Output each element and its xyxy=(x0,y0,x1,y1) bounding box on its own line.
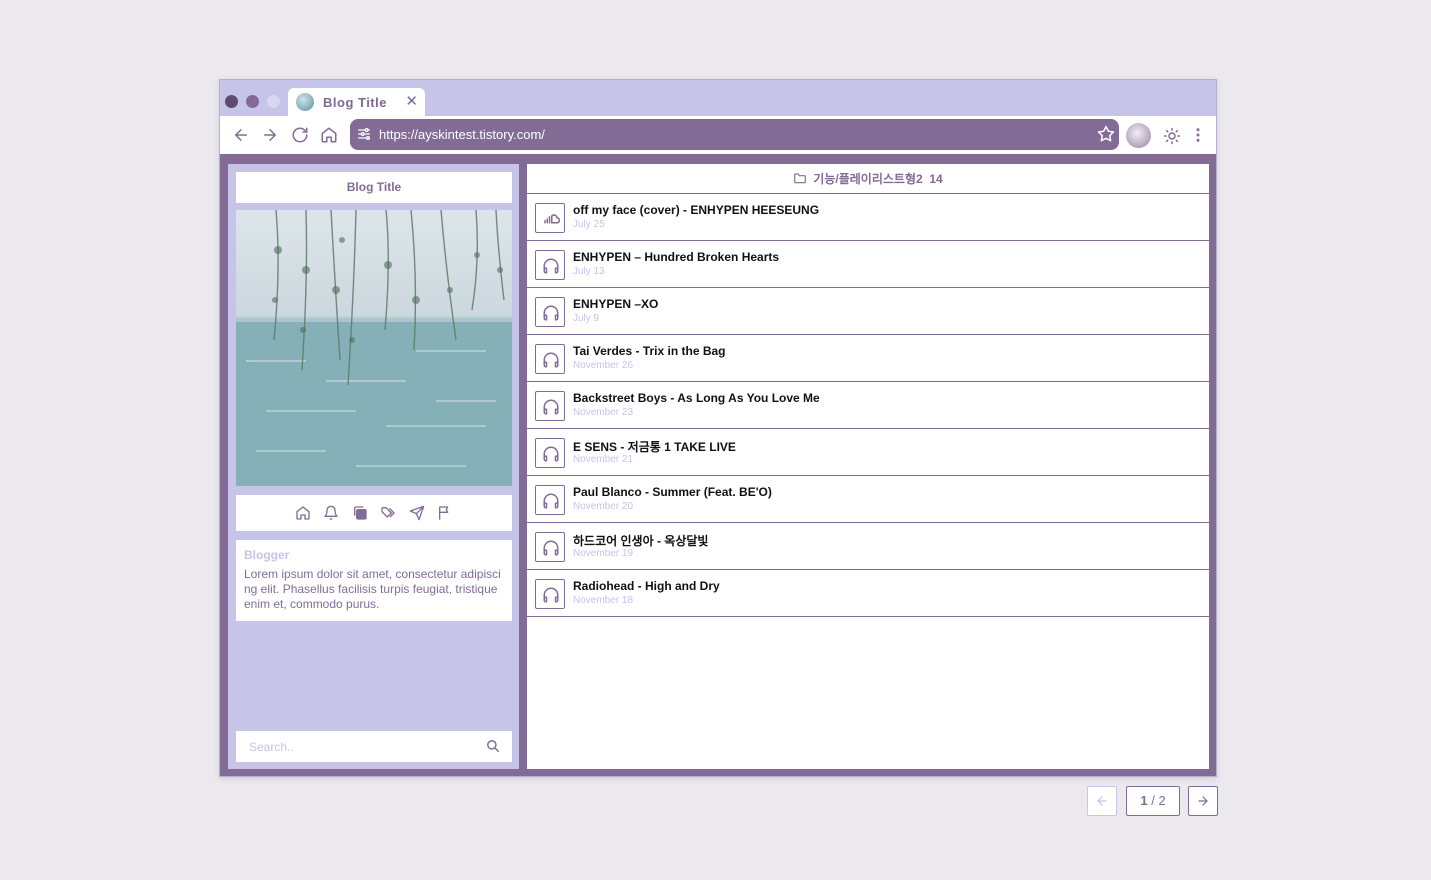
post-list-item[interactable]: Tai Verdes - Trix in the Bag November 26 xyxy=(527,335,1209,382)
address-bar[interactable]: https://ayskintest.tistory.com/ xyxy=(350,119,1119,150)
post-icon-box xyxy=(535,250,565,280)
tab-title: Blog Title xyxy=(323,95,387,110)
blog-title[interactable]: Blog Title xyxy=(236,172,512,203)
site-settings-icon[interactable] xyxy=(356,126,372,142)
search-icon[interactable] xyxy=(486,739,500,753)
post-title[interactable]: 하드코어 인생아 - 옥상달빛 xyxy=(573,532,708,549)
reload-icon[interactable] xyxy=(291,126,309,144)
post-list-panel: 기능/플레이리스트형2 14 off my face (cover) - ENH… xyxy=(527,164,1209,769)
post-title[interactable]: off my face (cover) - ENHYPEN HEESEUNG xyxy=(573,203,819,217)
post-list-item[interactable]: Paul Blanco - Summer (Feat. BE'O) Novembe… xyxy=(527,476,1209,523)
post-title[interactable]: Tai Verdes - Trix in the Bag xyxy=(573,344,726,358)
post-title[interactable]: Paul Blanco - Summer (Feat. BE'O) xyxy=(573,485,772,499)
url-text[interactable]: https://ayskintest.tistory.com/ xyxy=(379,127,545,142)
post-list-item[interactable]: Backstreet Boys - As Long As You Love Me… xyxy=(527,382,1209,429)
flag-icon[interactable] xyxy=(437,505,453,521)
back-arrow-icon[interactable] xyxy=(232,126,250,144)
post-date: November 26 xyxy=(573,360,634,371)
post-date: November 18 xyxy=(573,595,634,606)
post-title[interactable]: E SENS - 저금통 1 TAKE LIVE xyxy=(573,438,736,455)
navigation-bar: https://ayskintest.tistory.com/ xyxy=(220,116,1216,154)
tab-blog-title[interactable]: Blog Title ✕ xyxy=(288,88,425,116)
search-input[interactable]: Search.. xyxy=(249,740,294,754)
favicon-icon xyxy=(296,93,314,111)
blogger-label: Blogger xyxy=(244,548,290,562)
category-header: 기능/플레이리스트형2 14 xyxy=(527,164,1209,194)
post-icon-box xyxy=(535,579,565,609)
home-icon[interactable] xyxy=(320,126,338,144)
post-date: November 21 xyxy=(573,454,634,465)
post-list-item[interactable]: off my face (cover) - ENHYPEN HEESEUNG Ju… xyxy=(527,194,1209,241)
post-date: November 23 xyxy=(573,407,634,418)
post-title[interactable]: Radiohead - High and Dry xyxy=(573,579,720,593)
post-list-item[interactable]: ENHYPEN –XO July 9 xyxy=(527,288,1209,335)
tab-bar: Blog Title ✕ xyxy=(220,80,1216,116)
post-date: July 9 xyxy=(573,313,600,324)
search-box[interactable]: Search.. xyxy=(236,731,512,762)
blogger-info: Blogger Lorem ipsum dolor sit amet, cons… xyxy=(236,540,512,621)
sidebar: Blog Title Blogger Lorem ipsum dolor sit… xyxy=(228,164,519,769)
copy-icon[interactable] xyxy=(352,505,368,521)
post-date: July 25 xyxy=(573,219,605,230)
arrow-left-icon xyxy=(1097,796,1107,806)
window-minimize-dot[interactable] xyxy=(246,95,259,108)
tab-close-icon[interactable]: ✕ xyxy=(405,92,418,110)
post-icon-box xyxy=(535,485,565,515)
profile-avatar[interactable] xyxy=(1126,123,1151,148)
window-maximize-dot[interactable] xyxy=(267,95,280,108)
folder-icon xyxy=(794,173,807,184)
post-list-item[interactable]: Radiohead - High and Dry November 18 xyxy=(527,570,1209,617)
post-list-item[interactable]: ENHYPEN – Hundred Broken Hearts July 13 xyxy=(527,241,1209,288)
post-icon-box xyxy=(535,438,565,468)
post-icon-box xyxy=(535,297,565,327)
post-title[interactable]: ENHYPEN – Hundred Broken Hearts xyxy=(573,250,779,264)
bookmark-star-icon[interactable] xyxy=(1097,125,1115,143)
cover-willow-illustration xyxy=(236,210,512,486)
prev-page-button[interactable] xyxy=(1087,786,1117,816)
forward-arrow-icon[interactable] xyxy=(261,126,279,144)
arrow-right-icon xyxy=(1198,796,1208,806)
blogger-description: Lorem ipsum dolor sit amet, consectetur … xyxy=(244,567,501,611)
send-icon[interactable] xyxy=(409,505,425,521)
blog-cover-image xyxy=(236,210,512,486)
current-page: 1 xyxy=(1140,793,1148,808)
post-date: November 19 xyxy=(573,548,634,559)
post-icon-box xyxy=(535,203,565,233)
post-date: November 20 xyxy=(573,501,634,512)
post-title[interactable]: Backstreet Boys - As Long As You Love Me xyxy=(573,391,820,405)
post-icon-box xyxy=(535,532,565,562)
post-date: July 13 xyxy=(573,266,605,277)
post-list: off my face (cover) - ENHYPEN HEESEUNG Ju… xyxy=(527,194,1209,617)
bell-icon[interactable] xyxy=(323,505,339,521)
next-page-button[interactable] xyxy=(1188,786,1218,816)
page-indicator: 1 / 2 xyxy=(1126,786,1180,816)
theme-sun-icon[interactable] xyxy=(1163,127,1181,145)
window-close-dot[interactable] xyxy=(225,95,238,108)
post-title[interactable]: ENHYPEN –XO xyxy=(573,297,658,311)
browser-window: Blog Title ✕ https://ayskintest.tistory.… xyxy=(219,79,1217,777)
sidebar-nav-icons xyxy=(236,495,512,531)
post-list-item[interactable]: E SENS - 저금통 1 TAKE LIVE November 21 xyxy=(527,429,1209,476)
post-icon-box xyxy=(535,391,565,421)
category-count: 14 xyxy=(929,172,943,186)
tags-icon[interactable] xyxy=(380,505,396,521)
page-separator: / xyxy=(1151,793,1155,808)
category-name[interactable]: 기능/플레이리스트형2 xyxy=(813,172,922,186)
total-pages: 2 xyxy=(1158,793,1166,808)
post-list-item[interactable]: 하드코어 인생아 - 옥상달빛 November 19 xyxy=(527,523,1209,570)
post-icon-box xyxy=(535,344,565,374)
more-menu-icon[interactable] xyxy=(1189,126,1207,144)
home-icon[interactable] xyxy=(295,505,311,521)
